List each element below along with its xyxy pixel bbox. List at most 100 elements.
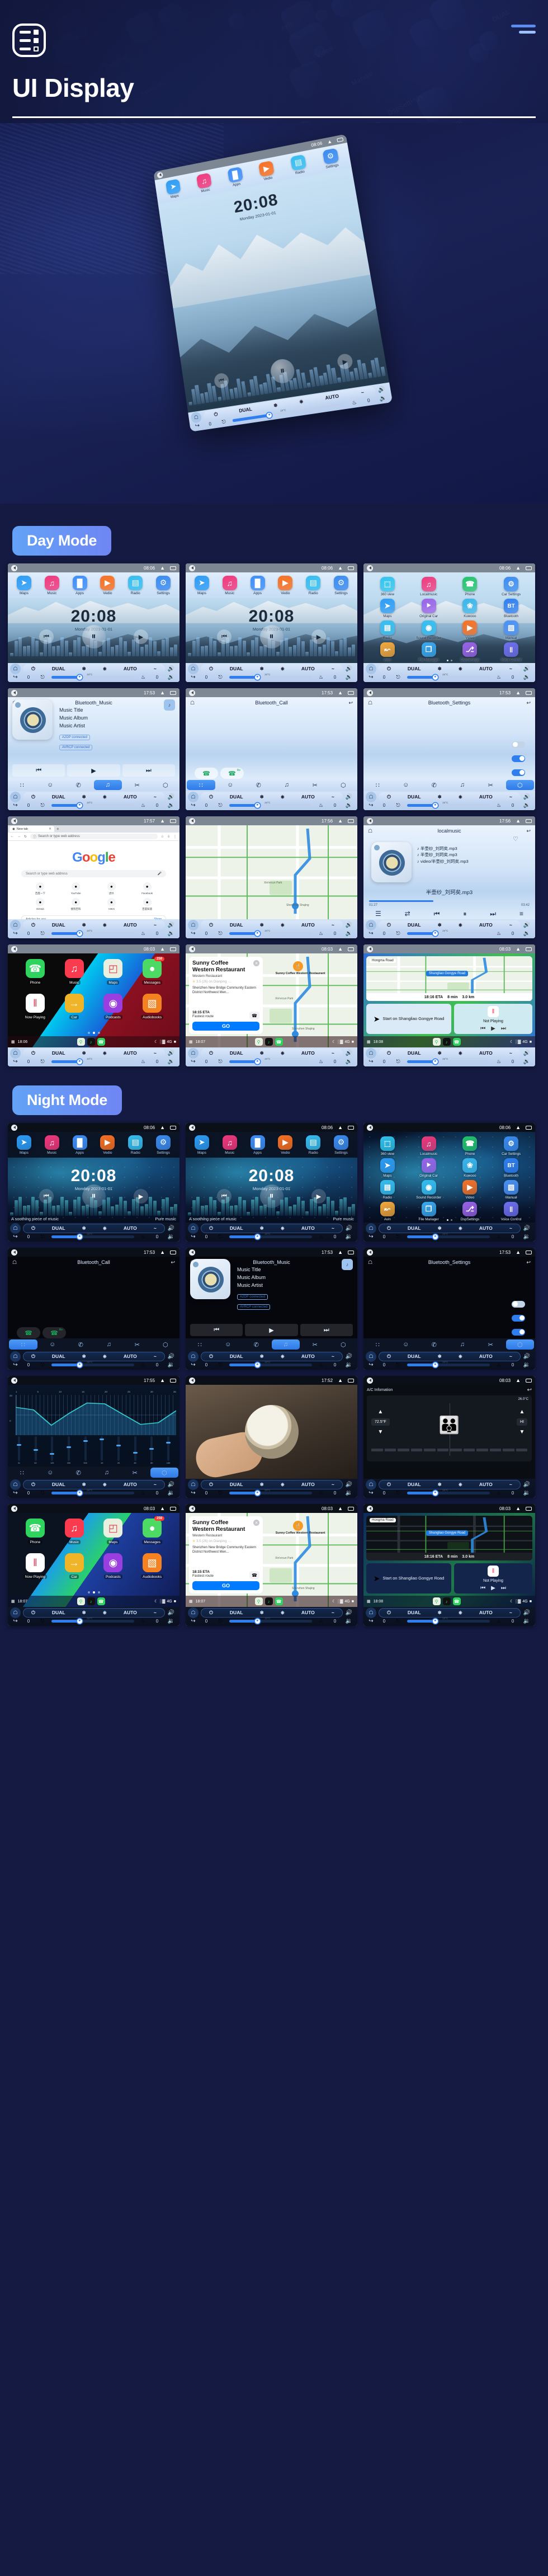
shortcut-tile[interactable]: ● 百度一下 [22, 882, 58, 895]
dock-item-radio[interactable]: ▤ Radio [301, 1135, 325, 1155]
eq-band[interactable]: 31 [11, 1436, 27, 1464]
app-icon-video[interactable]: ▶ Video [450, 1180, 491, 1201]
back-circle-icon[interactable] [11, 1378, 17, 1384]
rear-defrost-icon[interactable]: ⎈ [299, 398, 304, 405]
prev-track-button[interactable]: ⏮ [217, 1189, 232, 1204]
volume-up-icon[interactable]: 🔊 [343, 1225, 355, 1231]
dual-button[interactable]: DUAL [52, 1353, 65, 1359]
snowflake-icon[interactable]: ❄ [82, 1482, 86, 1488]
back-arrow-icon[interactable]: ↪ [366, 1618, 376, 1624]
seat-icon[interactable]: ⎋ [392, 1234, 404, 1240]
auto-button[interactable]: AUTO [124, 1482, 137, 1487]
call-button[interactable]: ☎ [195, 768, 218, 779]
pair-tab[interactable]: ✂ [301, 1338, 329, 1351]
dialpad-tab[interactable]: ∷ [9, 1339, 37, 1350]
volume-up-icon[interactable]: 🔊 [165, 794, 177, 800]
heart-icon[interactable]: ♡ [513, 835, 518, 843]
volume-up-icon[interactable]: 🔊 [165, 1353, 177, 1360]
app-icon-car-settings[interactable]: ⚙ Car Settings [490, 577, 532, 598]
auto-button[interactable]: AUTO [124, 1610, 137, 1615]
overflow-menu-icon[interactable]: ⋮ [173, 835, 177, 839]
seat-heat-icon[interactable]: ♨ [493, 1618, 505, 1624]
browser-screen[interactable]: 17:57 ▲ ◉ New tab ✕ + ← → ↻ ⓘ Search or … [8, 816, 179, 938]
restaurant-pin-icon[interactable]: 🍴 [293, 961, 303, 971]
recents-icon[interactable] [170, 566, 176, 570]
home-icon[interactable]: ☖ [366, 1607, 376, 1618]
back-arrow-icon[interactable]: ↪ [366, 1234, 376, 1240]
home-icon[interactable]: ☖ [366, 920, 376, 930]
volume-down-icon[interactable]: 🔉 [165, 930, 177, 937]
app-icon-maps[interactable]: ➤ Maps [367, 599, 408, 619]
fan-speed-slider[interactable]: ✺ [433, 1362, 438, 1367]
power-icon[interactable]: ⏻ [31, 1353, 35, 1360]
recents-icon[interactable] [170, 947, 176, 951]
rear-defrost-icon[interactable]: ⎈ [459, 1050, 462, 1056]
power-icon[interactable]: ⏻ [209, 1482, 213, 1488]
chevron-up-icon[interactable]: ▲ [160, 818, 165, 824]
equalizer-screen[interactable]: 17:55 ▲ 1 5 10 15 20 25 30 36 20 0 31 62… [8, 1376, 179, 1498]
dock-item-radio[interactable]: ▤ Radio [285, 153, 313, 177]
fan-speed-slider[interactable]: ✺ [255, 1362, 260, 1367]
volume-down-icon[interactable]: 🔉 [165, 1490, 177, 1496]
rear-defrost-icon[interactable]: ⎈ [103, 1353, 107, 1360]
rear-defrost-icon[interactable]: ⎈ [281, 1610, 285, 1616]
seat-icon[interactable]: ⎋ [218, 418, 230, 426]
articles-card[interactable]: Articles for you Show [21, 915, 166, 919]
dock-item-settings[interactable]: ⚙ Settings [329, 1135, 353, 1155]
auto-button[interactable]: AUTO [479, 1353, 493, 1359]
dual-button[interactable]: DUAL [408, 794, 421, 800]
auto-button[interactable]: AUTO [301, 1482, 315, 1487]
power-icon[interactable]: ⏻ [387, 1353, 391, 1360]
volume-down-icon[interactable]: 🔉 [521, 1618, 533, 1624]
dialpad-tab[interactable]: ∷ [8, 1466, 36, 1479]
volume-down-icon[interactable]: 🔉 [343, 1059, 355, 1065]
seat-heat-icon[interactable]: ♨ [315, 1618, 327, 1624]
fan-speed-slider[interactable]: ✺ [433, 675, 438, 680]
recents-icon[interactable] [170, 691, 176, 695]
dock-item-vedio[interactable]: ▶ Vedio [273, 576, 297, 595]
carplay-app-audiobooks[interactable]: ▧ Audiobooks [133, 1553, 172, 1588]
call-log-tab[interactable]: ✆ [242, 1338, 271, 1351]
dialpad-tab[interactable]: ∷ [363, 779, 392, 791]
seat-icon[interactable]: ⎋ [214, 1490, 226, 1496]
volume-up-icon[interactable]: 🔊 [165, 1050, 177, 1056]
home-icon[interactable]: ☖ [188, 1048, 199, 1059]
skip-previous-icon[interactable]: ⏮ [434, 910, 440, 918]
home-icon[interactable]: ☖ [10, 1223, 21, 1234]
fan-speed-slider[interactable]: ✺ [255, 1059, 260, 1064]
chevron-up-icon[interactable]: ▲ [160, 1249, 165, 1255]
front-defrost-icon[interactable]: ~ [332, 1225, 334, 1231]
amap-icon[interactable]: ♪ [265, 1597, 273, 1605]
rear-defrost-icon[interactable]: ⎈ [103, 794, 107, 800]
music-source-icon[interactable]: ♪ [164, 699, 175, 711]
app-icon-radio[interactable]: ▤ Radio [367, 621, 408, 641]
front-defrost-icon[interactable]: ~ [332, 794, 334, 800]
app-icon-localmusic[interactable]: ♫ Localmusic [408, 1136, 450, 1157]
recents-icon[interactable] [348, 566, 354, 570]
rear-defrost-icon[interactable]: ⎈ [459, 1225, 462, 1231]
rear-defrost-icon[interactable]: ⎈ [103, 1225, 107, 1231]
dock-item-apps[interactable]: █ Apps [245, 1135, 270, 1155]
back-arrow-icon[interactable]: ↪ [188, 930, 199, 937]
back-circle-icon[interactable] [189, 1125, 195, 1131]
home-icon[interactable]: ☖ [188, 792, 199, 802]
bt-music-tab[interactable]: ♫ [448, 1338, 477, 1351]
phone-icon[interactable]: ☎ [275, 1597, 283, 1605]
chevron-up-icon[interactable]: ▲ [516, 690, 521, 695]
fan-speed-slider[interactable]: ✺ [433, 1619, 438, 1624]
dock-item-settings[interactable]: ⚙ Settings [329, 576, 353, 595]
dialpad-tab[interactable]: ∷ [187, 780, 215, 790]
maps-icon[interactable]: ⚲ [255, 1038, 263, 1046]
home-icon[interactable]: ☖ [366, 1351, 376, 1362]
redial-button[interactable]: ☎ Re [220, 768, 244, 779]
contacts-tab[interactable]: ☺ [36, 779, 65, 791]
volume-down-icon[interactable]: 🔉 [165, 1618, 177, 1624]
seat-icon[interactable]: ⎋ [392, 1362, 404, 1368]
back-circle-icon[interactable] [367, 690, 373, 696]
contacts-tab[interactable]: ☺ [214, 1338, 243, 1351]
home-icon[interactable]: ☖ [188, 664, 199, 674]
back-circle-icon[interactable] [11, 690, 17, 696]
right-temp-value[interactable]: HI [517, 1418, 527, 1426]
power-icon[interactable]: ⏻ [209, 922, 213, 928]
recents-icon[interactable] [526, 1507, 532, 1511]
